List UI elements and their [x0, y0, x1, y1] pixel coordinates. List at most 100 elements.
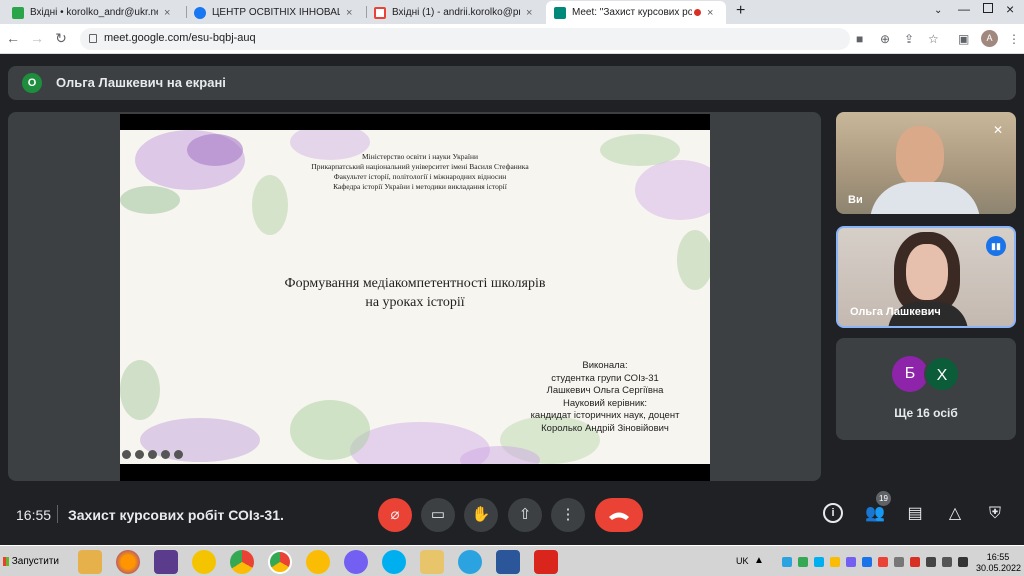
system-clock[interactable]: 16:55 30.05.2022: [976, 552, 1021, 574]
profile-avatar[interactable]: A: [981, 30, 998, 47]
network-icon[interactable]: [894, 557, 904, 567]
new-tab-button[interactable]: +: [736, 2, 745, 20]
slide-title-line: на уроках історії: [365, 295, 465, 310]
sidepanel-icon[interactable]: ▣: [958, 32, 969, 46]
antivirus-icon[interactable]: [910, 557, 920, 567]
speaking-indicator-icon: ▮▮: [986, 236, 1006, 256]
tab-title: Meet: "Захист курсових роб: [572, 7, 692, 18]
self-name-label: Ви: [848, 194, 863, 206]
presenter-avatar: O: [22, 73, 42, 93]
close-tab-icon[interactable]: ×: [707, 7, 713, 19]
maximize-icon[interactable]: [983, 3, 993, 13]
file-explorer-app-icon[interactable]: [420, 550, 444, 574]
presenting-label: Ольга Лашкевич на екрані: [56, 75, 226, 90]
volume-icon[interactable]: [942, 557, 952, 567]
meeting-clock: 16:55: [16, 507, 52, 523]
slide-ministry-line: Міністерство освіти і науки України: [361, 152, 478, 161]
tab-gmail[interactable]: Вхідні (1) - andrii.korolko@pnu.e ×: [366, 1, 546, 24]
divider: [57, 505, 58, 523]
slide-author-line: студентка групи СОІз-31: [551, 372, 659, 384]
slide-author-line: Виконала:: [582, 360, 628, 371]
camera-icon[interactable]: ■: [856, 32, 863, 46]
hand-icon: ✋: [471, 506, 491, 523]
share-icon[interactable]: ⇪: [904, 32, 914, 46]
telegram-tray-icon[interactable]: [782, 557, 792, 567]
slide-zoom-icon[interactable]: [161, 450, 170, 459]
tray-app-icon[interactable]: [798, 557, 808, 567]
browser-menu-icon[interactable]: ⋮: [1008, 32, 1020, 46]
tab-meet[interactable]: Meet: "Захист курсових роб ×: [546, 1, 726, 24]
acrobat-app-icon[interactable]: [534, 550, 558, 574]
bookmark-star-icon[interactable]: ☆: [928, 32, 939, 46]
media-player-app-icon[interactable]: [78, 550, 102, 574]
slide-grid-icon[interactable]: [148, 450, 157, 459]
tray-expand-icon[interactable]: ▲: [754, 555, 764, 566]
host-controls-icon[interactable]: ⛨: [984, 503, 1006, 525]
omnibox[interactable]: meet.google.com/esu-bqbj-auq: [80, 28, 850, 50]
people-count-badge: 19: [876, 491, 891, 506]
more-participants-tile[interactable]: Б Х Ще 16 осіб: [836, 338, 1016, 440]
system-tray: UK ▲ 16:55 30.05.2022: [732, 549, 1024, 574]
info-icon[interactable]: i: [823, 503, 843, 523]
zoom-icon[interactable]: ⊕: [880, 32, 890, 46]
activities-icon[interactable]: △: [944, 503, 966, 525]
leave-call-button[interactable]: [595, 498, 643, 532]
slide-next-icon[interactable]: [174, 450, 183, 459]
participant-name-label: Ольга Лашкевич: [850, 306, 941, 318]
more-participants-label: Ще 16 осіб: [894, 406, 958, 420]
raise-hand-button[interactable]: ✋: [464, 498, 498, 532]
browser-tab-strip: Вхідні • korolko_andr@ukr.net × ЦЕНТР ОС…: [0, 0, 1024, 24]
slide-prev-icon[interactable]: [122, 450, 131, 459]
slide-author-line: Науковий керівник:: [563, 397, 647, 409]
self-video-face: [896, 126, 944, 186]
url-text[interactable]: meet.google.com/esu-bqbj-auq: [104, 32, 256, 44]
viber-tray-icon[interactable]: [846, 557, 856, 567]
viber-app-icon[interactable]: [344, 550, 368, 574]
minimize-icon[interactable]: —: [958, 2, 970, 16]
telegram-app-icon[interactable]: [458, 550, 482, 574]
self-video-shirt: [870, 182, 980, 214]
forward-icon[interactable]: →: [28, 30, 46, 46]
skype-app-icon[interactable]: [382, 550, 406, 574]
start-button[interactable]: Запустити: [1, 549, 59, 573]
camera-toggle-button[interactable]: ▭: [421, 498, 455, 532]
mic-toggle-button[interactable]: ⌀: [378, 498, 412, 532]
reload-icon[interactable]: ↻: [52, 30, 70, 47]
chrome-app-icon[interactable]: [230, 550, 254, 574]
self-video-tile[interactable]: ✕ Ви: [836, 112, 1016, 214]
tray-app-icon[interactable]: [830, 557, 840, 567]
chrome-active-app-icon[interactable]: [268, 550, 292, 574]
participant-video-tile[interactable]: ▮▮ Ольга Лашкевич: [836, 226, 1016, 328]
firefox-app-icon[interactable]: [116, 550, 140, 574]
word-app-icon[interactable]: [496, 550, 520, 574]
tab-search-icon[interactable]: ⌄: [934, 5, 942, 16]
display-icon[interactable]: [926, 557, 936, 567]
lock-icon: [89, 34, 97, 43]
slide-pen-icon[interactable]: [135, 450, 144, 459]
chrome-canary-app-icon[interactable]: [306, 550, 330, 574]
language-indicator[interactable]: UK: [736, 556, 749, 566]
chat-icon[interactable]: ▤: [904, 503, 926, 525]
present-screen-button[interactable]: ⇧: [508, 498, 542, 532]
monitor-icon[interactable]: [958, 557, 968, 567]
tray-app-icon[interactable]: [862, 557, 872, 567]
recording-dot-icon: [694, 9, 701, 16]
close-tab-icon[interactable]: ×: [526, 7, 532, 19]
slide-author-line: кандидат історичних наук, доцент: [530, 410, 680, 421]
close-tab-icon[interactable]: ×: [346, 7, 352, 19]
start-label: Запустити: [11, 555, 59, 567]
people-icon[interactable]: 👥: [864, 503, 886, 525]
slide-controls: [122, 450, 183, 459]
close-tab-icon[interactable]: ×: [164, 7, 170, 19]
close-window-icon[interactable]: ×: [1006, 1, 1014, 17]
visual-studio-app-icon[interactable]: [154, 550, 178, 574]
tab-facebook[interactable]: ЦЕНТР ОСВІТНІХ ІННОВАЦІЙ | Fa ×: [186, 1, 366, 24]
slide-title-line: Формування медіакомпетентності школярів: [284, 276, 546, 291]
tab-ukr-net[interactable]: Вхідні • korolko_andr@ukr.net ×: [4, 1, 184, 24]
tray-app-icon[interactable]: [878, 557, 888, 567]
skype-tray-icon[interactable]: [814, 557, 824, 567]
slide-faculty-line: Факультет історії, політології і міжнаро…: [333, 172, 507, 181]
more-options-button[interactable]: ⋮: [551, 498, 585, 532]
back-icon[interactable]: ←: [4, 30, 22, 46]
archicad-app-icon[interactable]: [192, 550, 216, 574]
